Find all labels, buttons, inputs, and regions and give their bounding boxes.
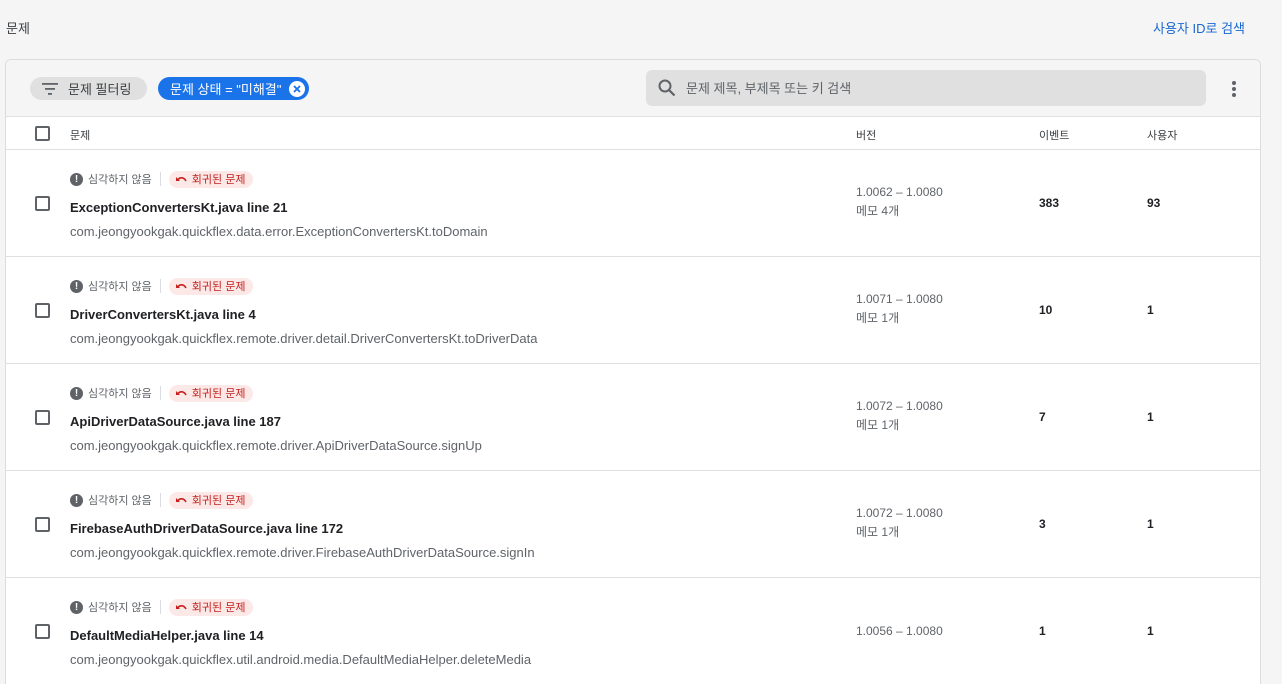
notes-count: 메모 1개 [856,418,900,432]
table-header: 문제 버전 이벤트 사용자 [6,117,1260,150]
divider [159,600,161,614]
regressed-badge: 회귀된 문제 [168,384,254,402]
column-header-version[interactable]: 버전 [856,127,876,143]
table-row[interactable]: ! 심각하지 않음 회귀된 문제 ExceptionConvertersKt.ja… [6,150,1260,257]
issue-title[interactable]: DriverConvertersKt.java line 4 [70,307,256,322]
remove-filter-icon[interactable] [289,80,306,97]
issue-subtitle: com.jeongyookgak.quickflex.remote.driver… [70,438,482,453]
issue-title[interactable]: DefaultMediaHelper.java line 14 [70,628,264,643]
issue-title[interactable]: ExceptionConvertersKt.java line 21 [70,200,287,215]
issue-meta: ! 심각하지 않음 회귀된 문제 [70,277,254,295]
version-cell: 1.0056 – 1.0080 [856,622,943,641]
issue-subtitle: com.jeongyookgak.quickflex.util.android.… [70,652,532,667]
table-row[interactable]: ! 심각하지 않음 회귀된 문제 FirebaseAuthDriverDataSo… [6,471,1260,578]
issue-title[interactable]: ApiDriverDataSource.java line 187 [70,414,281,429]
row-checkbox[interactable] [35,410,50,425]
warning-icon: ! [70,386,83,400]
issues-toolbar: 문제 필터링 문제 상태 = "미해결" [6,60,1260,117]
version-range: 1.0072 – 1.0080 [856,399,943,413]
row-checkbox[interactable] [35,196,50,211]
undo-icon [175,390,187,395]
regressed-badge: 회귀된 문제 [168,277,254,295]
version-cell: 1.0071 – 1.0080 메모 1개 [856,290,943,328]
undo-icon [175,176,187,181]
notes-count: 메모 1개 [856,525,900,539]
issue-search-box[interactable] [646,70,1206,106]
undo-icon [175,497,187,502]
warning-icon: ! [70,600,83,614]
table-row[interactable]: ! 심각하지 않음 회귀된 문제 DriverConvertersKt.java … [6,257,1260,364]
warning-icon: ! [70,172,83,186]
undo-icon [175,604,187,609]
column-header-users[interactable]: 사용자 [1147,127,1177,143]
regressed-badge: 회귀된 문제 [168,491,254,509]
column-header-issue[interactable]: 문제 [70,127,90,143]
select-all-checkbox[interactable] [35,126,50,141]
version-range: 1.0056 – 1.0080 [856,624,943,638]
issues-card: 문제 필터링 문제 상태 = "미해결" 문제 버전 이벤트 사용자 [5,59,1261,684]
issue-meta: ! 심각하지 않음 회귀된 문제 [70,491,254,509]
users-count: 1 [1147,303,1154,317]
search-by-user-id-link[interactable]: 사용자 ID로 검색 [1153,18,1245,37]
issue-subtitle: com.jeongyookgak.quickflex.remote.driver… [70,331,538,346]
table-row[interactable]: ! 심각하지 않음 회귀된 문제 DefaultMediaHelper.java … [6,578,1260,684]
users-count: 1 [1147,517,1154,531]
version-range: 1.0071 – 1.0080 [856,292,943,306]
row-checkbox[interactable] [35,303,50,318]
divider [159,279,161,293]
issue-list: ! 심각하지 않음 회귀된 문제 ExceptionConvertersKt.ja… [6,150,1260,684]
regressed-badge: 회귀된 문제 [168,598,254,616]
severity-label: ! 심각하지 않음 [70,599,152,615]
regressed-badge: 회귀된 문제 [168,170,254,188]
events-count: 3 [1039,517,1046,531]
users-count: 1 [1147,624,1154,638]
filter-issues-chip[interactable]: 문제 필터링 [30,77,148,100]
filter-chip-label: 문제 필터링 [68,82,132,97]
undo-icon [175,283,187,288]
more-options-button[interactable] [1224,77,1244,101]
events-count: 1 [1039,624,1046,638]
notes-count: 메모 1개 [856,311,900,325]
more-vert-icon [1232,81,1236,97]
version-range: 1.0072 – 1.0080 [856,506,943,520]
table-row[interactable]: ! 심각하지 않음 회귀된 문제 ApiDriverDataSource.java… [6,364,1260,471]
users-count: 93 [1147,196,1161,210]
severity-label: ! 심각하지 않음 [70,171,152,187]
events-count: 7 [1039,410,1046,424]
filter-icon [42,82,58,95]
version-cell: 1.0072 – 1.0080 메모 1개 [856,397,943,435]
status-filter-chip[interactable]: 문제 상태 = "미해결" [158,77,310,100]
issue-title[interactable]: FirebaseAuthDriverDataSource.java line 1… [70,521,343,536]
events-count: 10 [1039,303,1053,317]
issue-subtitle: com.jeongyookgak.quickflex.data.error.Ex… [70,224,488,239]
divider [159,386,161,400]
divider [159,493,161,507]
status-chip-label: 문제 상태 = "미해결" [170,82,282,97]
version-cell: 1.0062 – 1.0080 메모 4개 [856,183,943,221]
severity-label: ! 심각하지 않음 [70,385,152,401]
warning-icon: ! [70,279,83,293]
issue-meta: ! 심각하지 않음 회귀된 문제 [70,170,254,188]
issue-meta: ! 심각하지 않음 회귀된 문제 [70,598,254,616]
row-checkbox[interactable] [35,624,50,639]
column-header-events[interactable]: 이벤트 [1039,127,1069,143]
version-range: 1.0062 – 1.0080 [856,185,943,199]
issue-meta: ! 심각하지 않음 회귀된 문제 [70,384,254,402]
notes-count: 메모 4개 [856,204,900,218]
page-title: 문제 [6,21,30,36]
severity-label: ! 심각하지 않음 [70,278,152,294]
severity-label: ! 심각하지 않음 [70,492,152,508]
row-checkbox[interactable] [35,517,50,532]
version-cell: 1.0072 – 1.0080 메모 1개 [856,504,943,542]
issue-subtitle: com.jeongyookgak.quickflex.remote.driver… [70,545,535,560]
search-icon [658,79,676,97]
warning-icon: ! [70,493,83,507]
issue-search-input[interactable] [686,80,1166,96]
divider [159,172,161,186]
events-count: 383 [1039,196,1060,210]
users-count: 1 [1147,410,1154,424]
